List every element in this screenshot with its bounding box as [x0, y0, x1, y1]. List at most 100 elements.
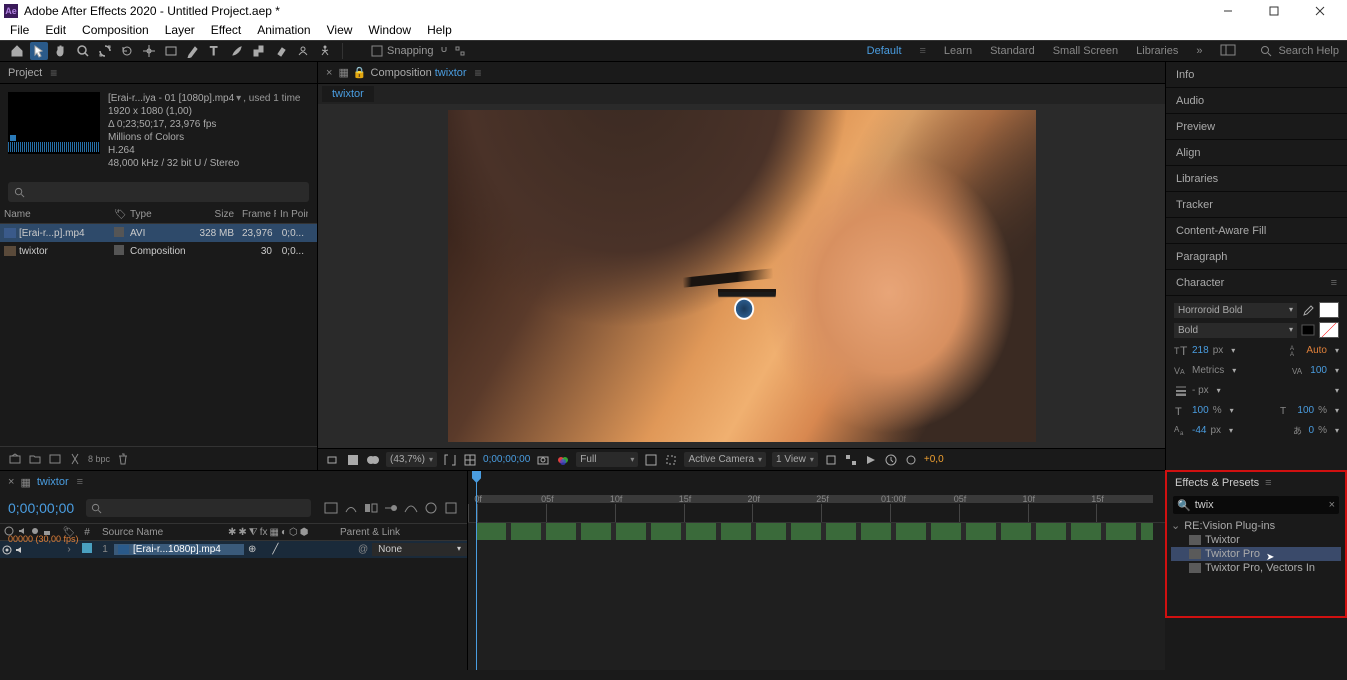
- menu-composition[interactable]: Composition: [76, 23, 155, 37]
- menu-animation[interactable]: Animation: [251, 23, 316, 37]
- maximize-button[interactable]: [1251, 1, 1297, 21]
- channel-icon[interactable]: [556, 453, 570, 467]
- bpc-label[interactable]: 8 bpc: [88, 454, 110, 464]
- puppet-tool-icon[interactable]: [316, 42, 334, 60]
- new-comp-icon[interactable]: [48, 452, 62, 466]
- effect-item[interactable]: Twixtor Pro, Vectors In: [1171, 561, 1341, 575]
- lock-icon[interactable]: 🔒: [353, 66, 367, 79]
- menu-file[interactable]: File: [4, 23, 35, 37]
- timeline-tab[interactable]: twixtor: [37, 476, 69, 488]
- project-tab[interactable]: Project: [8, 67, 42, 79]
- menu-effect[interactable]: Effect: [205, 23, 247, 37]
- panel-audio[interactable]: Audio: [1166, 88, 1347, 114]
- res-toggle-icon[interactable]: [443, 453, 457, 467]
- current-timecode[interactable]: 0;00;00;00: [8, 500, 74, 516]
- flow-icon[interactable]: ▦: [20, 476, 30, 489]
- clear-search-icon[interactable]: ×: [1329, 499, 1335, 511]
- brush-tool-icon[interactable]: [228, 42, 246, 60]
- effects-folder[interactable]: ⌄RE:Vision Plug-ins: [1171, 518, 1341, 533]
- workspace-libraries[interactable]: Libraries: [1136, 45, 1178, 57]
- comp-breadcrumb[interactable]: twixtor: [322, 86, 374, 102]
- close-button[interactable]: [1297, 1, 1343, 21]
- panel-content-aware[interactable]: Content-Aware Fill: [1166, 218, 1347, 244]
- no-color-icon[interactable]: [1301, 324, 1315, 336]
- tracking-value[interactable]: 100: [1310, 365, 1327, 376]
- project-row[interactable]: twixtor Composition 30 0;0...: [0, 242, 317, 260]
- 3d-icon[interactable]: [904, 453, 918, 467]
- eyedropper-icon[interactable]: [1301, 304, 1315, 316]
- audio-toggle-icon[interactable]: [14, 545, 24, 555]
- workspace-default[interactable]: Default: [867, 45, 902, 57]
- hscale-value[interactable]: 100: [1297, 405, 1314, 416]
- interpret-icon[interactable]: [8, 452, 22, 466]
- graph-icon[interactable]: [403, 500, 419, 516]
- text-tool-icon[interactable]: T: [206, 42, 224, 60]
- menu-help[interactable]: Help: [421, 23, 458, 37]
- search-help[interactable]: Search Help: [1260, 45, 1339, 57]
- snapping-toggle[interactable]: Snapping: [371, 45, 466, 57]
- zoom-tool-icon[interactable]: [74, 42, 92, 60]
- adjust-icon[interactable]: [68, 452, 82, 466]
- timeline-search[interactable]: [86, 499, 311, 517]
- brainstorm-icon[interactable]: [423, 500, 439, 516]
- font-weight-select[interactable]: Bold▾: [1174, 323, 1297, 338]
- vscale-value[interactable]: 100: [1192, 405, 1209, 416]
- workspace-learn[interactable]: Learn: [944, 45, 972, 57]
- panel-menu-icon[interactable]: ≡: [50, 66, 57, 80]
- panel-align[interactable]: Align: [1166, 140, 1347, 166]
- panel-preview[interactable]: Preview: [1166, 114, 1347, 140]
- pickwhip-icon[interactable]: @: [358, 544, 368, 555]
- workspace-small-screen[interactable]: Small Screen: [1053, 45, 1118, 57]
- rotate-tool-icon[interactable]: [118, 42, 136, 60]
- stroke-width-value[interactable]: - px: [1192, 385, 1209, 396]
- stroke-swatch[interactable]: [1319, 322, 1339, 338]
- orbit-tool-icon[interactable]: [96, 42, 114, 60]
- panel-menu-icon[interactable]: ≡: [475, 66, 482, 80]
- panel-tracker[interactable]: Tracker: [1166, 192, 1347, 218]
- comp-mini-icon[interactable]: [323, 500, 339, 516]
- playhead[interactable]: [476, 471, 477, 670]
- timeline-ruler[interactable]: 0f 05f 10f 15f 20f 25f 01:00f 05f 10f 15…: [468, 493, 1165, 523]
- timeline-icon[interactable]: [884, 453, 898, 467]
- font-size-value[interactable]: 218: [1192, 345, 1209, 356]
- fast-preview-icon[interactable]: [864, 453, 878, 467]
- menu-edit[interactable]: Edit: [39, 23, 72, 37]
- mask-icon[interactable]: [366, 453, 380, 467]
- effects-tab[interactable]: Effects & Presets: [1175, 477, 1259, 489]
- home-icon[interactable]: [8, 42, 26, 60]
- transparency-icon[interactable]: [644, 453, 658, 467]
- menu-view[interactable]: View: [321, 23, 359, 37]
- hand-tool-icon[interactable]: [52, 42, 70, 60]
- grid-icon[interactable]: [463, 453, 477, 467]
- font-family-select[interactable]: Horroroid Bold▾: [1174, 303, 1297, 318]
- layer-bar[interactable]: [476, 523, 1153, 540]
- clone-tool-icon[interactable]: [250, 42, 268, 60]
- panel-paragraph[interactable]: Paragraph: [1166, 244, 1347, 270]
- project-search[interactable]: [8, 182, 309, 202]
- panel-libraries[interactable]: Libraries: [1166, 166, 1347, 192]
- zoom-select[interactable]: (43,7%) ▾: [386, 452, 437, 467]
- anchor-tool-icon[interactable]: [140, 42, 158, 60]
- panel-menu-icon[interactable]: ≡: [1265, 477, 1271, 489]
- exposure-value[interactable]: +0,0: [924, 454, 944, 465]
- baseline-value[interactable]: -44: [1192, 425, 1206, 436]
- panel-info[interactable]: Info: [1166, 62, 1347, 88]
- shy-icon[interactable]: [343, 500, 359, 516]
- panel-menu-icon[interactable]: ≡: [77, 476, 83, 488]
- roi-icon[interactable]: [664, 453, 678, 467]
- tsume-value[interactable]: 0: [1309, 425, 1315, 436]
- guides-icon[interactable]: [824, 453, 838, 467]
- motion-blur-icon[interactable]: [383, 500, 399, 516]
- frame-blend-icon[interactable]: [363, 500, 379, 516]
- fill-swatch[interactable]: [1319, 302, 1339, 318]
- video-toggle-icon[interactable]: [2, 545, 12, 555]
- effect-item[interactable]: Twixtor Pro ➤: [1171, 547, 1341, 561]
- magnify-icon[interactable]: [326, 453, 340, 467]
- workspace-standard[interactable]: Standard: [990, 45, 1035, 57]
- trash-icon[interactable]: [116, 452, 130, 466]
- panel-character[interactable]: Character≡: [1166, 270, 1347, 296]
- menu-window[interactable]: Window: [362, 23, 417, 37]
- effect-item[interactable]: Twixtor: [1171, 533, 1341, 547]
- file-thumbnail[interactable]: [8, 92, 100, 154]
- minimize-button[interactable]: [1205, 1, 1251, 21]
